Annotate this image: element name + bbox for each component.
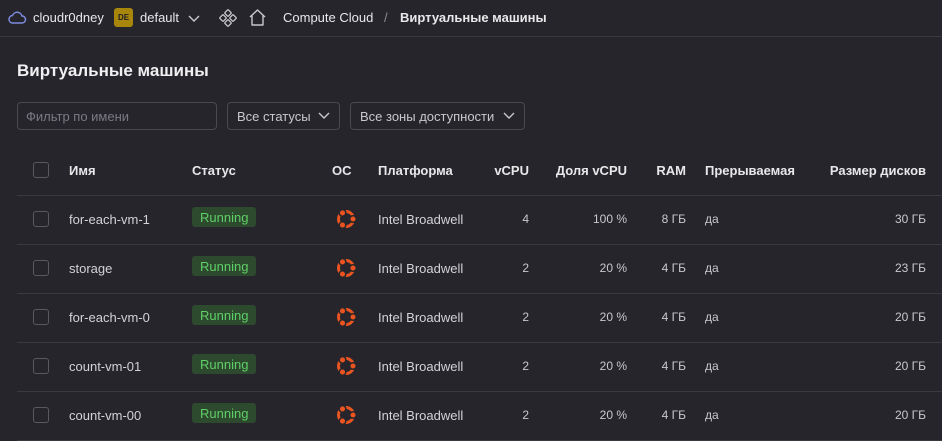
row-checkbox[interactable] [33, 358, 49, 374]
disk-size-cell: 20 ГБ [894, 408, 926, 422]
status-badge: Running [192, 403, 257, 423]
ubuntu-icon [333, 206, 359, 235]
column-header-disk-size[interactable]: Размер дисков [830, 163, 926, 178]
vcpu-share-cell: 20 % [599, 261, 627, 275]
vm-name-link[interactable]: for-each-vm-1 [69, 212, 150, 227]
row-checkbox[interactable] [33, 309, 49, 325]
chevron-down-icon [503, 112, 515, 119]
disk-size-cell: 23 ГБ [894, 261, 926, 275]
preemptible-cell: да [705, 212, 719, 226]
row-checkbox[interactable] [33, 407, 49, 423]
cloud-icon [7, 10, 27, 29]
page-title: Виртуальные машины [17, 61, 209, 80]
row-checkbox[interactable] [33, 260, 49, 276]
status-filter-value: Все статусы [237, 108, 311, 124]
column-header-preemptible[interactable]: Прерываемая [705, 163, 795, 178]
preemptible-cell: да [705, 261, 719, 275]
table-row[interactable]: for-each-vm-1 Running Intel Broadwell 4 … [17, 196, 942, 245]
ram-cell: 8 ГБ [661, 212, 686, 226]
vcpu-cell: 2 [522, 359, 529, 373]
name-filter-input[interactable] [17, 102, 217, 130]
disk-size-cell: 20 ГБ [894, 310, 926, 324]
vcpu-share-cell: 20 % [599, 310, 627, 324]
preemptible-cell: да [705, 359, 719, 373]
ram-cell: 4 ГБ [661, 359, 686, 373]
table-row[interactable]: for-each-vm-0 Running Intel Broadwell 2 … [17, 294, 942, 343]
chevron-down-icon [318, 112, 330, 119]
vm-name-link[interactable]: storage [69, 261, 112, 276]
ram-cell: 4 ГБ [661, 408, 686, 422]
column-header-vcpu-share[interactable]: Доля vCPU [556, 163, 627, 178]
status-badge: Running [192, 207, 257, 227]
top-bar: cloudr0dney DE default Compute Cloud / В… [0, 0, 942, 37]
vm-name-link[interactable]: for-each-vm-0 [69, 310, 150, 325]
breadcrumb-current: Виртуальные машины [400, 10, 547, 25]
vcpu-cell: 2 [522, 261, 529, 275]
zone-filter-select[interactable]: Все зоны доступности [350, 102, 525, 130]
status-badge: Running [192, 354, 257, 374]
vm-table: Имя Статус ОС Платформа vCPU Доля vCPU R… [17, 147, 942, 441]
column-header-platform[interactable]: Платформа [378, 163, 453, 178]
disk-size-cell: 20 ГБ [894, 359, 926, 373]
column-header-name[interactable]: Имя [69, 163, 96, 178]
status-badge: Running [192, 305, 257, 325]
ram-cell: 4 ГБ [661, 261, 686, 275]
preemptible-cell: да [705, 310, 719, 324]
status-badge: Running [192, 256, 257, 276]
chevron-down-icon[interactable] [188, 12, 200, 27]
ubuntu-icon [333, 255, 359, 284]
home-icon[interactable] [248, 8, 267, 30]
row-checkbox[interactable] [33, 211, 49, 227]
table-row[interactable]: storage Running Intel Broadwell 2 20 % 4… [17, 245, 942, 294]
vcpu-share-cell: 20 % [599, 359, 627, 373]
vcpu-cell: 2 [522, 310, 529, 324]
vm-name-link[interactable]: count-vm-00 [69, 408, 141, 423]
table-header: Имя Статус ОС Платформа vCPU Доля vCPU R… [17, 147, 942, 196]
platform-cell: Intel Broadwell [378, 212, 464, 227]
folder-selector[interactable]: default [140, 10, 179, 25]
platform-cell: Intel Broadwell [378, 261, 464, 276]
folder-avatar: DE [114, 8, 133, 27]
ubuntu-icon [333, 402, 359, 431]
platform-cell: Intel Broadwell [378, 310, 464, 325]
ram-cell: 4 ГБ [661, 310, 686, 324]
preemptible-cell: да [705, 408, 719, 422]
breadcrumb-separator: / [384, 10, 388, 25]
status-filter-select[interactable]: Все статусы [227, 102, 340, 130]
column-header-os[interactable]: ОС [332, 163, 352, 178]
column-header-ram[interactable]: RAM [656, 163, 686, 178]
vcpu-share-cell: 100 % [592, 212, 627, 226]
platform-cell: Intel Broadwell [378, 408, 464, 423]
vcpu-cell: 2 [522, 408, 529, 422]
cloud-selector[interactable]: cloudr0dney [33, 10, 104, 25]
services-icon[interactable] [219, 9, 237, 30]
table-row[interactable]: count-vm-00 Running Intel Broadwell 2 20… [17, 392, 942, 441]
vm-name-link[interactable]: count-vm-01 [69, 359, 141, 374]
zone-filter-value: Все зоны доступности [360, 108, 495, 124]
disk-size-cell: 30 ГБ [894, 212, 926, 226]
ubuntu-icon [333, 353, 359, 382]
vcpu-cell: 4 [522, 212, 529, 226]
ubuntu-icon [333, 304, 359, 333]
vcpu-share-cell: 20 % [599, 408, 627, 422]
select-all-checkbox[interactable] [33, 162, 49, 178]
table-row[interactable]: count-vm-01 Running Intel Broadwell 2 20… [17, 343, 942, 392]
column-header-vcpu[interactable]: vCPU [494, 163, 529, 178]
column-header-status[interactable]: Статус [192, 163, 236, 178]
platform-cell: Intel Broadwell [378, 359, 464, 374]
breadcrumb-service-link[interactable]: Compute Cloud [283, 10, 373, 25]
